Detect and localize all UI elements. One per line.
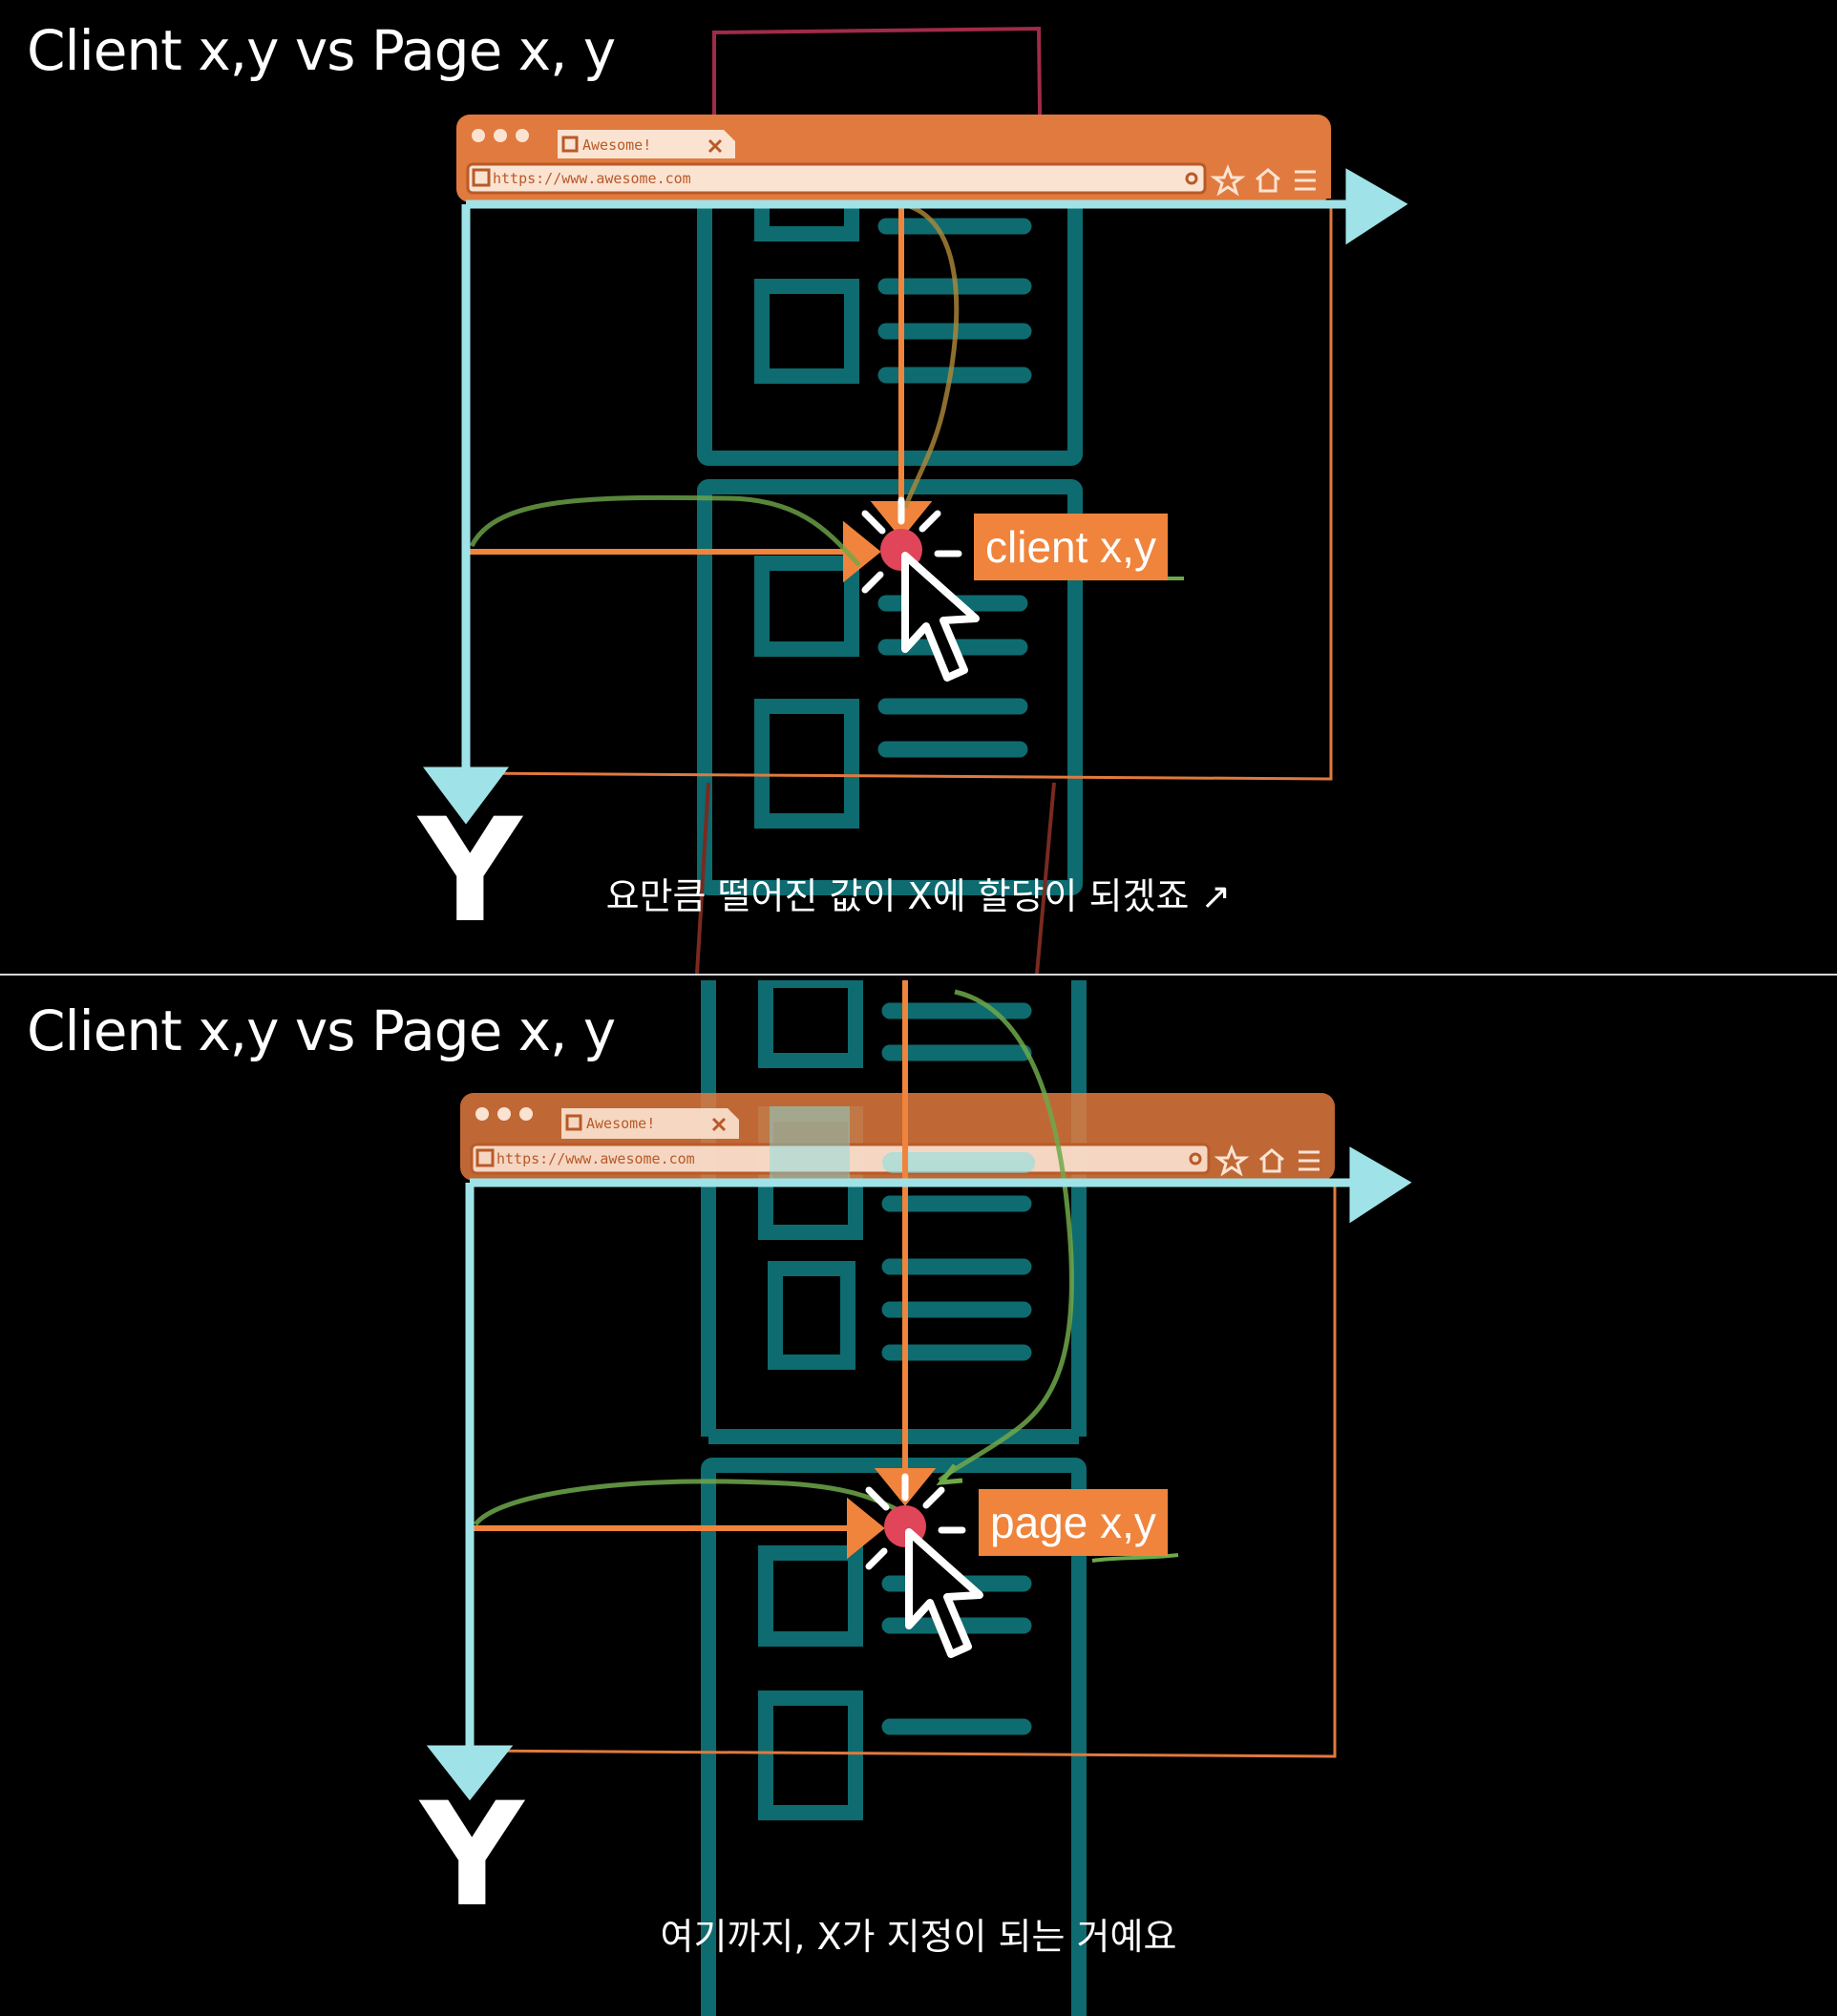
page-xy-label: page x,y <box>979 1489 1168 1556</box>
window-minimize-icon[interactable] <box>494 129 507 142</box>
subtitle-caption: 여기까지, X가 지정이 되는 거예요 <box>660 1916 1177 1958</box>
subtitle-caption: 요만큼 떨어진 값이 X에 할당이 되겠죠 ↗ <box>605 875 1232 917</box>
x-axis-arrow-icon <box>1349 1146 1412 1224</box>
window-close-icon[interactable] <box>472 129 485 142</box>
slide-title: Client x,y vs Page x, y <box>27 998 616 1063</box>
browser-window: https://www.awesome.com Awesome! <box>460 1093 1337 1758</box>
window-maximize-icon[interactable] <box>519 1107 533 1121</box>
coordinate-axes <box>423 168 1408 825</box>
browser-tab-label[interactable]: Awesome! <box>582 136 651 154</box>
window-maximize-icon[interactable] <box>516 129 529 142</box>
client-xy-label: client x,y <box>974 514 1168 580</box>
window-close-icon[interactable] <box>475 1107 489 1121</box>
panel-divider <box>0 974 1837 980</box>
window-minimize-icon[interactable] <box>497 1107 511 1121</box>
y-axis-label: Y <box>420 1773 524 1939</box>
browser-tab-label[interactable]: Awesome! <box>586 1115 655 1132</box>
y-axis-label: Y <box>418 788 522 955</box>
diagram-canvas: https://www.awesome.com Awesome! <box>423 26 1408 974</box>
mouse-cursor-icon <box>901 552 980 682</box>
browser-url[interactable]: https://www.awesome.com <box>493 170 691 187</box>
browser-window: https://www.awesome.com Awesome! <box>456 115 1333 781</box>
x-axis-arrow-icon <box>1345 168 1408 245</box>
annotation-curve-x <box>469 494 861 567</box>
diagram-canvas: https://www.awesome.com Awesome! <box>426 980 1412 2016</box>
diagram-panel-client: https://www.awesome.com Awesome! Client … <box>0 0 1837 974</box>
diagram-panel-page: https://www.awesome.com Awesome! Client … <box>0 980 1837 2016</box>
annotation-curve-y <box>938 989 1074 1482</box>
slide-title: Client x,y vs Page x, y <box>27 18 616 83</box>
browser-url[interactable]: https://www.awesome.com <box>496 1150 695 1167</box>
mouse-cursor-icon <box>905 1528 983 1658</box>
